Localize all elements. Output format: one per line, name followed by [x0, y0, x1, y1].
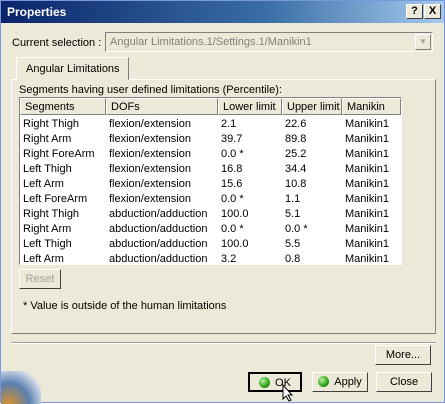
cell-segment: Left Arm	[23, 253, 64, 265]
table-row[interactable]: Right Thigh flexion/extension 2.1 22.6 M…	[20, 117, 401, 132]
cell-segment: Right Arm	[23, 223, 72, 235]
cell-manikin: Manikin1	[345, 163, 390, 175]
cell-manikin: Manikin1	[345, 253, 390, 265]
cell-lower-limit: 3.2	[221, 253, 237, 265]
table-row[interactable]: Left Thigh flexion/extension 16.8 34.4 M…	[20, 162, 401, 177]
cell-lower-limit: 15.6	[221, 178, 243, 190]
column-header-dofs[interactable]: DOFs	[106, 98, 218, 115]
cell-lower-limit: 2.1	[221, 118, 237, 130]
properties-dialog: Properties ? X Current selection : Angul…	[0, 0, 445, 404]
table-row[interactable]: Left Arm flexion/extension 15.6 10.8 Man…	[20, 177, 401, 192]
cell-dof: flexion/extension	[109, 193, 191, 205]
table-body: Right Thigh flexion/extension 2.1 22.6 M…	[20, 117, 401, 265]
table-row[interactable]: Left ForeArm flexion/extension 0.0 * 1.1…	[20, 192, 401, 207]
table-caption: Segments having user defined limitations…	[19, 84, 282, 96]
tab-angular-limitations[interactable]: Angular Limitations	[16, 57, 129, 80]
cell-segment: Right ForeArm	[23, 148, 95, 160]
cell-manikin: Manikin1	[345, 118, 390, 130]
cell-upper-limit: 34.4	[285, 163, 307, 175]
cell-lower-limit: 16.8	[221, 163, 243, 175]
cell-upper-limit: 22.6	[285, 118, 307, 130]
cell-lower-limit: 0.0 *	[221, 148, 244, 160]
close-button[interactable]: Close	[376, 372, 432, 392]
column-header-manikin[interactable]: Manikin	[342, 98, 401, 115]
cell-manikin: Manikin1	[345, 178, 390, 190]
cell-lower-limit: 100.0	[221, 238, 249, 250]
apply-button[interactable]: Apply	[312, 372, 368, 392]
cell-dof: flexion/extension	[109, 163, 191, 175]
cell-dof: flexion/extension	[109, 178, 191, 190]
limitations-table[interactable]: Segments DOFs Lower limit Upper limit Ma…	[19, 97, 402, 265]
cell-segment: Left Arm	[23, 178, 64, 190]
table-row[interactable]: Right ForeArm flexion/extension 0.0 * 25…	[20, 147, 401, 162]
more-button[interactable]: More...	[375, 345, 431, 365]
current-selection-combo[interactable]: Angular Limitations.1/Settings.1/Manikin…	[105, 32, 433, 52]
cell-upper-limit: 0.0 *	[285, 223, 308, 235]
table-row[interactable]: Left Thigh abduction/adduction 100.0 5.5…	[20, 237, 401, 252]
window-title: Properties	[7, 5, 67, 19]
cell-lower-limit: 39.7	[221, 133, 243, 145]
chevron-down-icon[interactable]: ▼	[415, 34, 431, 50]
cell-manikin: Manikin1	[345, 223, 390, 235]
cell-dof: abduction/adduction	[109, 208, 208, 220]
green-ball-icon	[259, 377, 271, 388]
title-bar[interactable]: Properties ? X	[1, 1, 444, 23]
cell-segment: Right Thigh	[23, 208, 80, 220]
cell-dof: abduction/adduction	[109, 238, 208, 250]
current-selection-label: Current selection :	[12, 37, 102, 49]
column-header-segments[interactable]: Segments	[20, 98, 106, 115]
cell-segment: Right Arm	[23, 133, 72, 145]
column-header-lower-limit[interactable]: Lower limit	[218, 98, 282, 115]
cell-upper-limit: 89.8	[285, 133, 307, 145]
app-logo-icon	[1, 371, 41, 404]
cell-dof: abduction/adduction	[109, 253, 208, 265]
cell-manikin: Manikin1	[345, 208, 390, 220]
cell-lower-limit: 100.0	[221, 208, 249, 220]
cell-upper-limit: 5.5	[285, 238, 301, 250]
cell-segment: Left ForeArm	[23, 193, 88, 205]
table-row[interactable]: Right Thigh abduction/adduction 100.0 5.…	[20, 207, 401, 222]
cell-segment: Left Thigh	[23, 163, 72, 175]
help-button[interactable]: ?	[406, 4, 423, 19]
mouse-cursor-icon	[282, 384, 294, 402]
cell-upper-limit: 10.8	[285, 178, 307, 190]
cell-dof: flexion/extension	[109, 148, 191, 160]
cell-dof: flexion/extension	[109, 133, 191, 145]
tab-label: Angular Limitations	[26, 63, 120, 75]
table-row[interactable]: Right Arm abduction/adduction 0.0 * 0.0 …	[20, 222, 401, 237]
cell-lower-limit: 0.0 *	[221, 223, 244, 235]
green-ball-icon	[318, 376, 330, 387]
cell-lower-limit: 0.0 *	[221, 193, 244, 205]
cell-manikin: Manikin1	[345, 238, 390, 250]
table-row[interactable]: Left Arm abduction/adduction 3.2 0.8 Man…	[20, 252, 401, 265]
cell-dof: flexion/extension	[109, 118, 191, 130]
table-row[interactable]: Right Arm flexion/extension 39.7 89.8 Ma…	[20, 132, 401, 147]
cell-segment: Right Thigh	[23, 118, 80, 130]
table-header: Segments DOFs Lower limit Upper limit Ma…	[20, 98, 401, 115]
limitation-note: * Value is outside of the human limitati…	[23, 300, 227, 312]
cell-upper-limit: 5.1	[285, 208, 301, 220]
cell-segment: Left Thigh	[23, 238, 72, 250]
cell-upper-limit: 0.8	[285, 253, 301, 265]
cell-upper-limit: 1.1	[285, 193, 301, 205]
divider	[11, 342, 436, 344]
cell-manikin: Manikin1	[345, 148, 390, 160]
reset-button[interactable]: Reset	[19, 269, 61, 289]
cell-manikin: Manikin1	[345, 133, 390, 145]
close-window-button[interactable]: X	[424, 4, 441, 19]
current-selection-value: Angular Limitations.1/Settings.1/Manikin…	[110, 36, 312, 48]
cell-dof: abduction/adduction	[109, 223, 208, 235]
cell-upper-limit: 25.2	[285, 148, 307, 160]
apply-label: Apply	[334, 376, 362, 388]
column-header-upper-limit[interactable]: Upper limit	[282, 98, 342, 115]
cell-manikin: Manikin1	[345, 193, 390, 205]
